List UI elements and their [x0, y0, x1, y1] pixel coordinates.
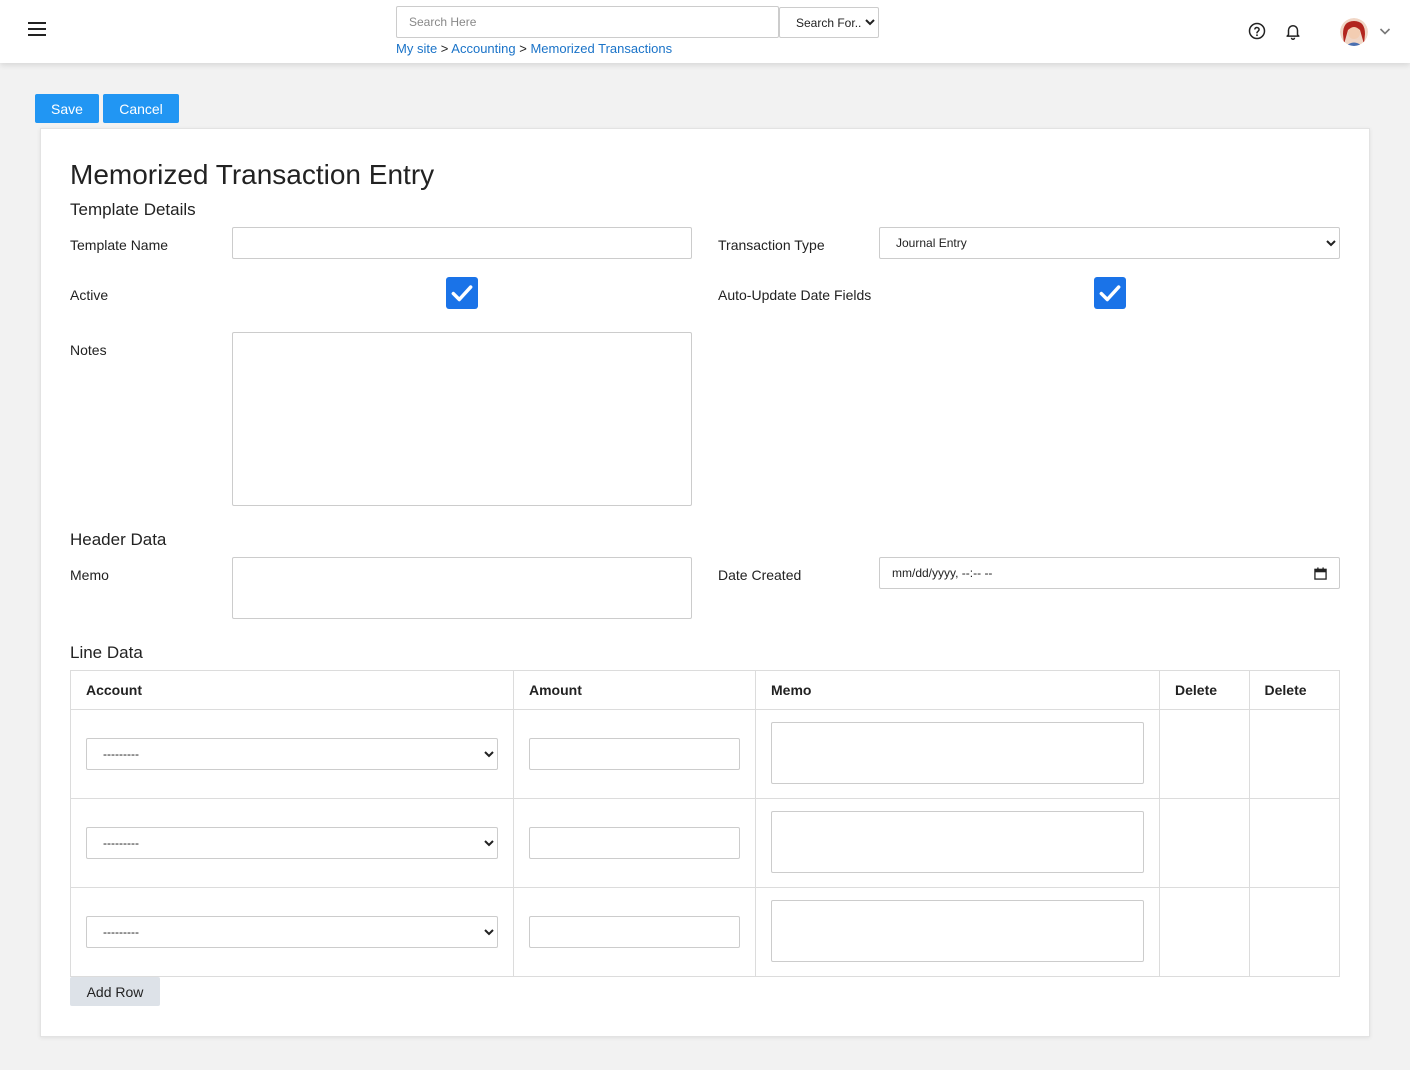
breadcrumb-separator: >: [440, 41, 449, 56]
delete-cell: [1248, 887, 1340, 977]
auto-update-label: Auto-Update Date Fields: [718, 287, 872, 303]
amount-input[interactable]: [529, 827, 740, 859]
form-card: Memorized Transaction Entry Template Det…: [40, 128, 1370, 1037]
active-checkbox[interactable]: [446, 277, 478, 309]
table-header-row: Account Amount Memo Delete Delete: [70, 670, 1340, 710]
date-created-input[interactable]: mm/dd/yyyy, --:-- --: [879, 557, 1340, 589]
line-memo-textarea[interactable]: [771, 899, 1144, 962]
breadcrumb-separator: >: [519, 41, 527, 56]
account-select[interactable]: ---------: [86, 916, 498, 948]
section-title-template-details: Template Details: [70, 200, 196, 219]
active-label: Active: [70, 287, 109, 303]
column-header-memo: Memo: [755, 670, 1160, 710]
section-title-line-data: Line Data: [70, 643, 143, 662]
account-cell: ---------: [70, 798, 514, 888]
search-input[interactable]: [396, 6, 779, 38]
breadcrumb: My site > Accounting > Memorized Transac…: [396, 41, 672, 56]
breadcrumb-accounting[interactable]: Accounting: [451, 41, 515, 56]
amount-cell: [513, 887, 756, 977]
memo-label: Memo: [70, 567, 109, 583]
table-row: ---------: [70, 798, 1340, 888]
search-scope-select[interactable]: Search For...: [779, 7, 879, 38]
cancel-button[interactable]: Cancel: [103, 94, 179, 123]
auto-update-checkbox[interactable]: [1094, 277, 1126, 309]
chevron-down-icon[interactable]: [1379, 26, 1391, 36]
table-row: ---------: [70, 887, 1340, 977]
memo-cell: [755, 887, 1160, 977]
column-header-amount: Amount: [513, 670, 756, 710]
transaction-type-label: Transaction Type: [718, 237, 825, 253]
column-header-account: Account: [70, 670, 514, 710]
column-header-delete: Delete: [1248, 670, 1340, 710]
help-icon[interactable]: [1248, 22, 1266, 40]
save-button[interactable]: Save: [35, 94, 99, 123]
check-icon: [1099, 285, 1121, 302]
notes-textarea[interactable]: [232, 332, 692, 506]
line-memo-textarea[interactable]: [771, 810, 1144, 873]
section-title-header-data: Header Data: [70, 530, 167, 549]
add-row-button[interactable]: Add Row: [70, 977, 160, 1006]
template-name-label: Template Name: [70, 237, 169, 253]
template-name-input[interactable]: [232, 227, 692, 259]
delete-cell: [1248, 798, 1340, 888]
table-row: ---------: [70, 709, 1340, 799]
delete-cell: [1248, 709, 1340, 799]
memo-textarea[interactable]: [232, 557, 692, 619]
avatar[interactable]: [1340, 18, 1368, 46]
delete-cell: [1159, 887, 1250, 977]
amount-cell: [513, 798, 756, 888]
menu-icon[interactable]: [28, 22, 46, 40]
line-memo-textarea[interactable]: [771, 721, 1144, 784]
notes-label: Notes: [70, 342, 107, 358]
account-cell: ---------: [70, 887, 514, 977]
amount-cell: [513, 709, 756, 799]
account-cell: ---------: [70, 709, 514, 799]
transaction-type-select[interactable]: Journal Entry: [879, 227, 1340, 259]
account-select[interactable]: ---------: [86, 738, 498, 770]
column-header-delete: Delete: [1159, 670, 1250, 710]
bell-icon[interactable]: [1284, 21, 1302, 41]
delete-cell: [1159, 798, 1250, 888]
delete-cell: [1159, 709, 1250, 799]
memo-cell: [755, 709, 1160, 799]
account-select[interactable]: ---------: [86, 827, 498, 859]
amount-input[interactable]: [529, 738, 740, 770]
date-created-label: Date Created: [718, 567, 802, 583]
line-data-table: Account Amount Memo Delete Delete ------…: [70, 670, 1340, 977]
top-bar: Search For... My site > Accounting > Mem…: [0, 0, 1410, 63]
breadcrumb-memorized-transactions[interactable]: Memorized Transactions: [530, 41, 672, 56]
amount-input[interactable]: [529, 916, 740, 948]
breadcrumb-my-site[interactable]: My site: [396, 41, 437, 56]
date-created-placeholder: mm/dd/yyyy, --:-- --: [892, 566, 993, 580]
page-title: Memorized Transaction Entry: [70, 159, 435, 190]
check-icon: [451, 285, 473, 302]
calendar-icon[interactable]: [1314, 566, 1327, 580]
memo-cell: [755, 798, 1160, 888]
